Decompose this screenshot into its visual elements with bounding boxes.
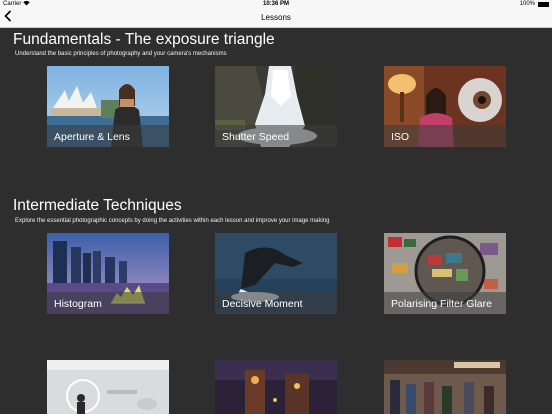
lesson-tile-row3-1[interactable] [47,360,169,414]
lesson-thumbnail [47,360,169,414]
lesson-label: Histogram [54,298,102,310]
lesson-tile-shutter-speed[interactable]: Shutter Speed [215,66,337,147]
lesson-thumbnail [215,360,337,414]
battery-icon [538,2,549,7]
page-title: Lessons [261,13,291,22]
section-title-fundamentals: Fundamentals - The exposure triangle [13,31,275,48]
status-time: 10:36 PM [262,1,289,7]
lesson-label: Shutter Speed [222,131,290,143]
lesson-label: Aperture & Lens [54,131,130,143]
lesson-label: Decisive Moment [222,298,303,310]
battery-percent: 100% [519,1,535,7]
lesson-tile-row3-2[interactable] [215,360,337,414]
lesson-tile-iso[interactable]: ISO [384,66,506,147]
section-subtitle-intermediate: Explore the essential photographic conce… [15,218,330,224]
lesson-thumbnail [384,360,506,414]
lesson-label: ISO [391,131,410,143]
lesson-tile-aperture-lens[interactable]: Aperture & Lens [47,66,169,147]
navigation-bar: Lessons [0,9,552,28]
lesson-tile-decisive-moment[interactable]: Decisive Moment [215,233,337,314]
lesson-tile-histogram[interactable]: Histogram [47,233,169,314]
lesson-tile-row3-3[interactable] [384,360,506,414]
lesson-label: Polarising Filter Glare [391,298,492,310]
status-bar: Carrier 10:36 PM 100% [0,0,552,9]
section-subtitle-fundamentals: Understand the basic principles of photo… [15,51,227,57]
lesson-tile-polarising-filter-glare[interactable]: Polarising Filter Glare [384,233,506,314]
section-title-intermediate: Intermediate Techniques [13,197,182,214]
